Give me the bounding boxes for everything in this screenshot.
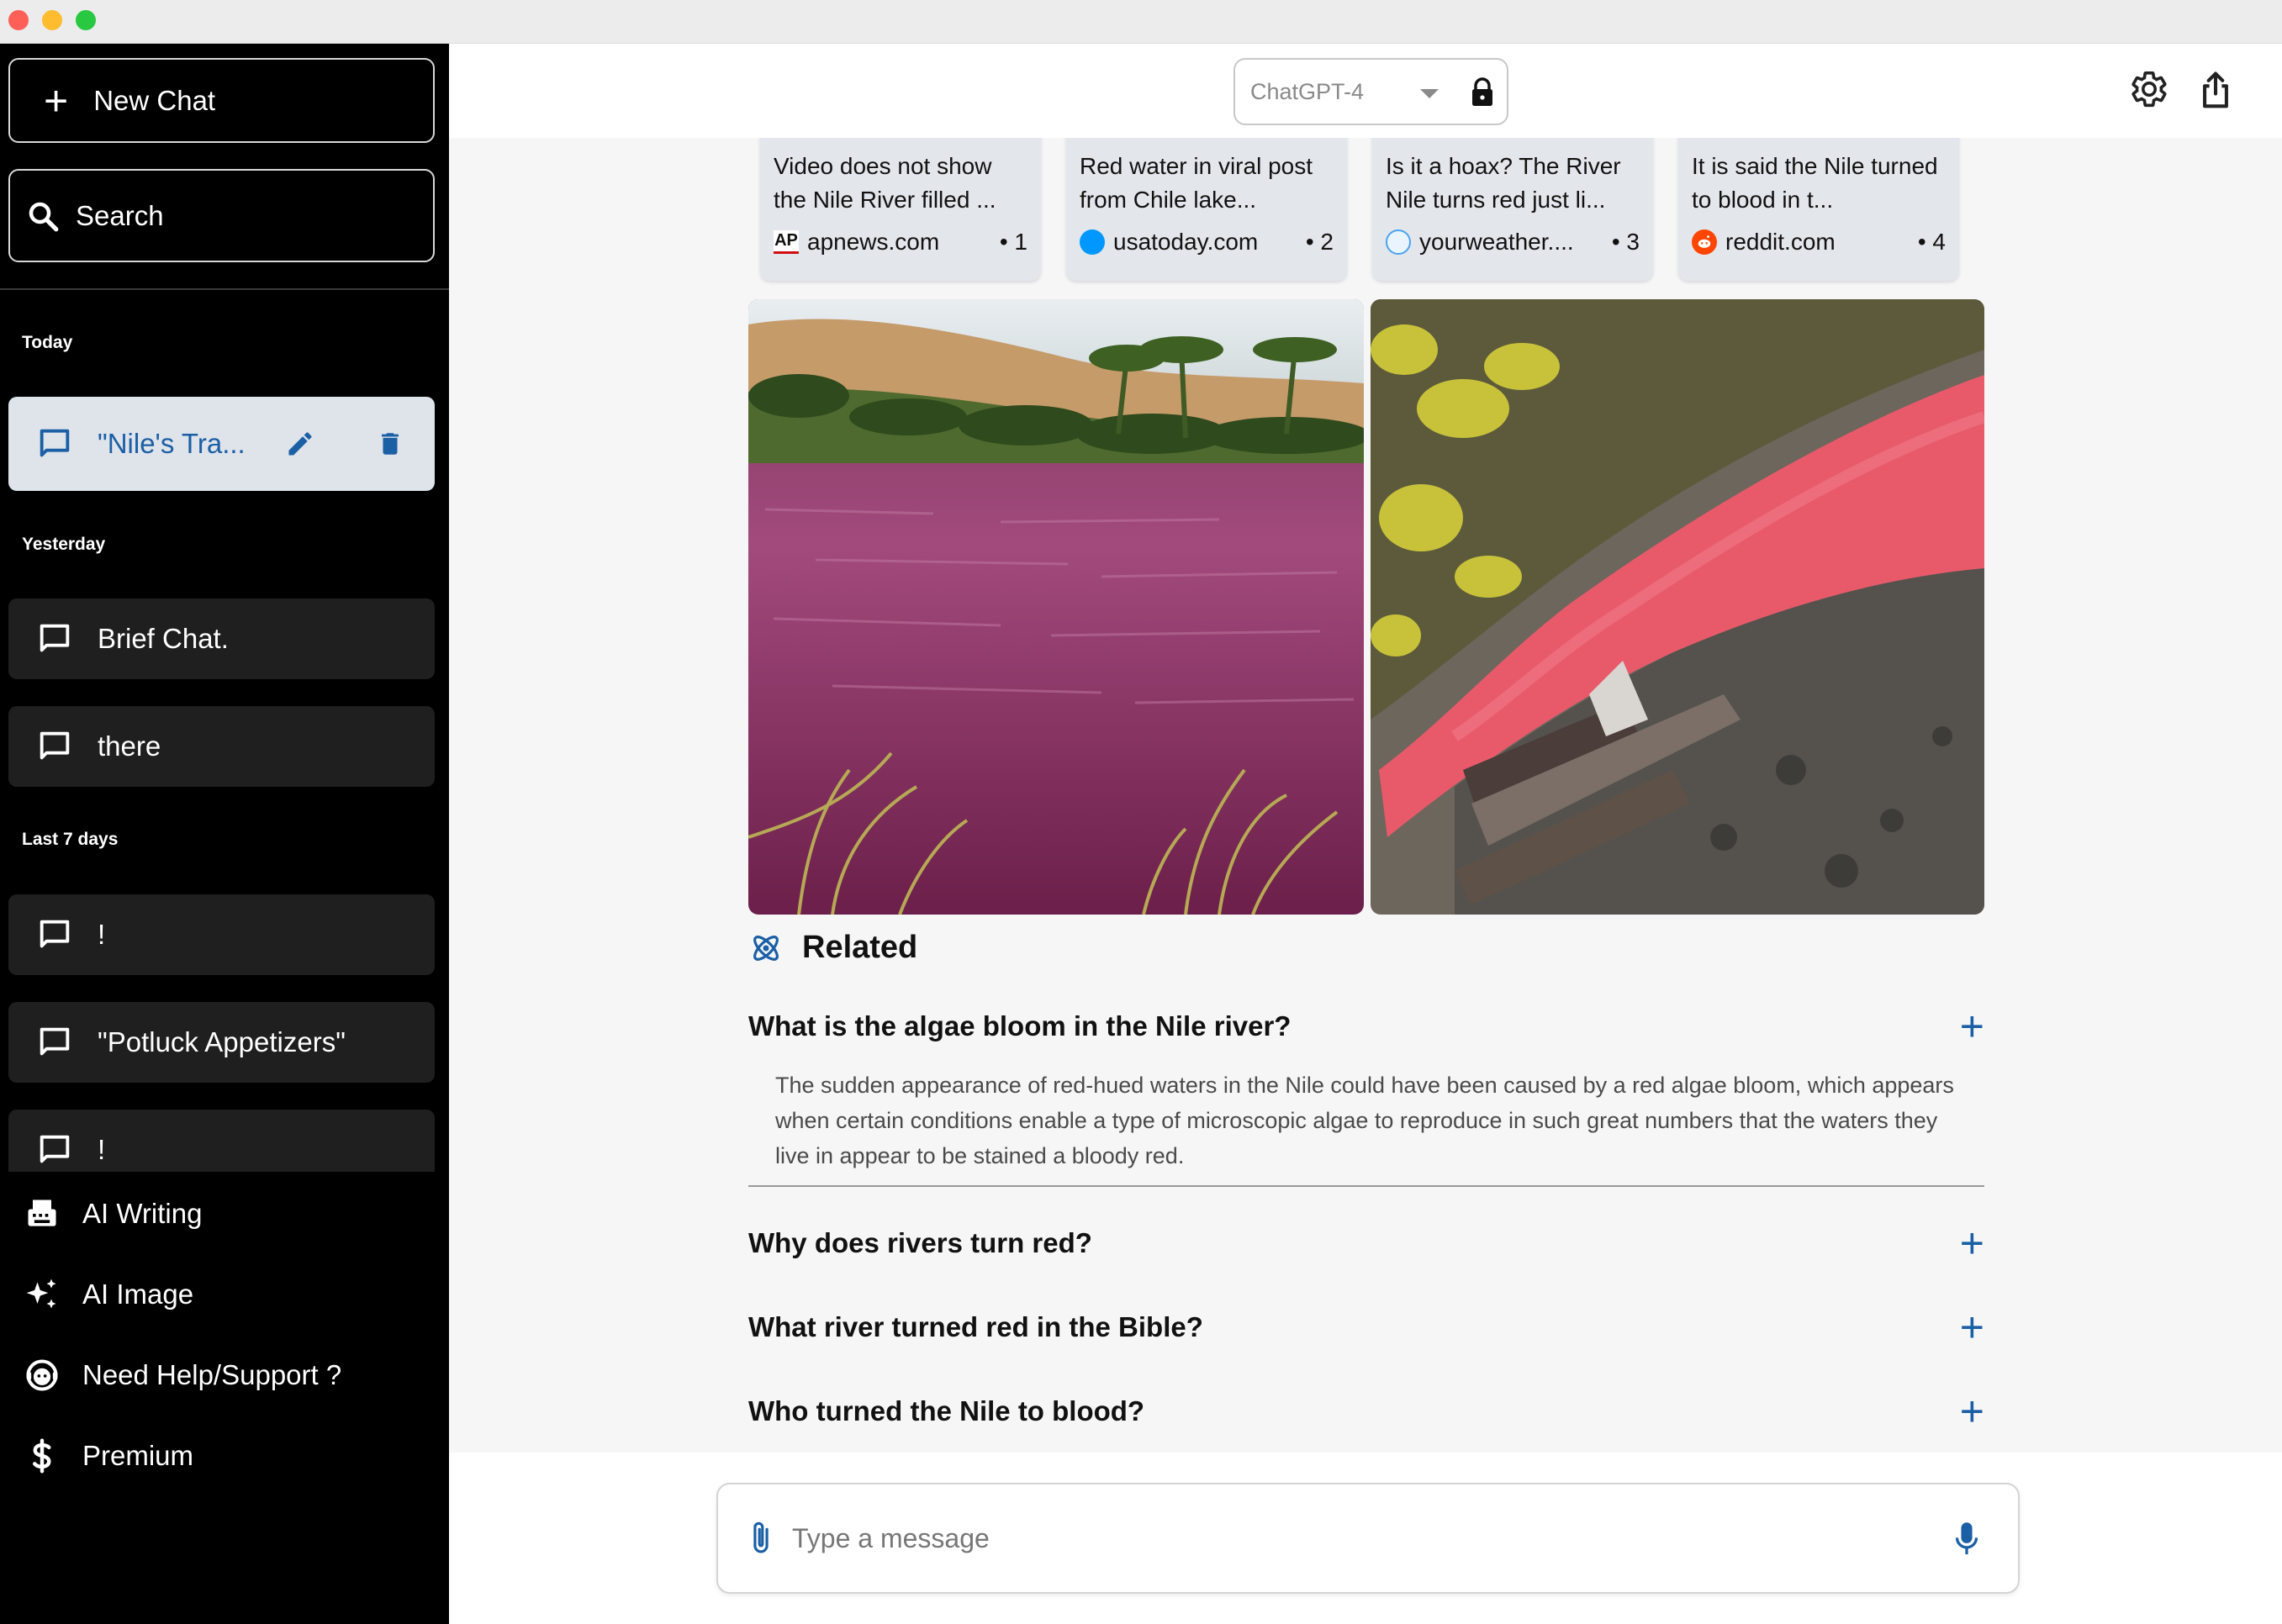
chat-item-exclamation[interactable]: ! [8, 894, 435, 975]
edit-icon[interactable] [285, 429, 315, 459]
dollar-icon [24, 1437, 61, 1474]
source-domain: usatoday.com [1113, 229, 1259, 255]
chat-bubble-icon [40, 429, 70, 457]
chat-item-exclamation-2[interactable]: ! [8, 1110, 435, 1172]
model-select[interactable]: ChatGPT-4 [1233, 58, 1508, 125]
close-window-button[interactable] [8, 10, 29, 30]
paperclip-icon[interactable] [748, 1519, 774, 1558]
expand-plus-icon[interactable]: + [1960, 1390, 1984, 1432]
source-card[interactable]: Is it a hoax? The River Nile turns red j… [1372, 138, 1653, 281]
message-composer [716, 1483, 2020, 1594]
source-title: Red water in viral post from Chile lake.… [1080, 153, 1313, 213]
source-domain: yourweather.... [1419, 229, 1574, 255]
related-divider [748, 1185, 1984, 1187]
chat-bubble-icon [40, 731, 70, 760]
premium-link[interactable]: Premium [24, 1437, 193, 1474]
message-input[interactable] [792, 1522, 1902, 1554]
ai-writing-link[interactable]: AI Writing [24, 1195, 202, 1232]
expand-plus-icon[interactable]: + [1960, 1005, 1984, 1047]
usatoday-logo-icon [1080, 229, 1105, 255]
chat-bubble-icon [40, 1027, 70, 1056]
trash-icon[interactable] [376, 430, 404, 458]
premium-label: Premium [82, 1440, 194, 1471]
ap-logo-icon: AP [774, 230, 799, 254]
ai-image-link[interactable]: AI Image [24, 1276, 193, 1313]
source-domain: apnews.com [807, 229, 940, 255]
share-icon[interactable] [2196, 69, 2235, 109]
related-answer: The sudden appearance of red-hued waters… [775, 1073, 1954, 1168]
help-support-link[interactable]: Need Help/Support ? [24, 1357, 341, 1394]
related-question[interactable]: What is the algae bloom in the Nile rive… [748, 1005, 1984, 1047]
expand-plus-icon[interactable]: + [1960, 1306, 1984, 1348]
gear-icon[interactable] [2129, 69, 2169, 109]
model-select-value: ChatGPT-4 [1250, 78, 1365, 104]
chat-item-brief-chat[interactable]: Brief Chat. [8, 598, 435, 679]
ai-writing-label: AI Writing [82, 1198, 203, 1229]
support-agent-icon [24, 1357, 61, 1394]
expand-plus-icon[interactable]: + [1960, 1222, 1984, 1264]
source-title: Video does not show the Nile River fille… [774, 153, 996, 213]
red-river-photo[interactable] [1371, 299, 1984, 915]
related-question[interactable]: What river turned red in the Bible? + [748, 1306, 1984, 1348]
chat-item-potluck-appetizers[interactable]: "Potluck Appetizers" [8, 1002, 435, 1083]
source-domain: reddit.com [1725, 229, 1836, 255]
source-card[interactable]: Red water in viral post from Chile lake.… [1066, 138, 1347, 281]
weather-logo-icon [1386, 229, 1411, 255]
related-question-text: What is the algae bloom in the Nile rive… [748, 1010, 1292, 1041]
zoom-window-button[interactable] [76, 10, 96, 30]
chat-history-list[interactable]: Today "Nile's Tra... Yesterday Brief Cha… [0, 44, 449, 1172]
source-title: Is it a hoax? The River Nile turns red j… [1386, 153, 1621, 213]
ai-image-label: AI Image [82, 1279, 194, 1310]
chat-item-there[interactable]: there [8, 706, 435, 787]
chat-item-title: "Potluck Appetizers" [98, 1026, 346, 1057]
source-number: • 2 [1305, 229, 1334, 255]
source-number: • 3 [1611, 229, 1640, 255]
reddit-logo-icon [1692, 229, 1717, 255]
source-title: It is said the Nile turned to blood in t… [1692, 153, 1938, 213]
source-card[interactable]: It is said the Nile turned to blood in t… [1678, 138, 1959, 281]
sparkles-icon [24, 1276, 61, 1313]
related-question[interactable]: Why does rivers turn red? + [748, 1222, 1984, 1264]
chat-item-title: ! [98, 919, 106, 950]
related-question-text: Why does rivers turn red? [748, 1227, 1092, 1258]
composer-area [449, 1453, 2282, 1624]
related-question-text: What river turned red in the Bible? [748, 1311, 1203, 1342]
chat-bubble-icon [40, 1135, 70, 1163]
related-question-text: Who turned the Nile to blood? [748, 1395, 1145, 1426]
minimize-window-button[interactable] [42, 10, 62, 30]
chat-content[interactable]: Video does not show the Nile River fille… [449, 138, 2282, 1453]
chat-item-title: ! [98, 1134, 106, 1165]
lock-icon [1472, 77, 1492, 106]
source-card[interactable]: Video does not show the Nile River fille… [760, 138, 1041, 281]
typewriter-icon [24, 1195, 61, 1232]
microphone-icon[interactable] [1952, 1520, 1981, 1558]
sidebar: + New Chat Search Today "Nile's Tra... Y… [0, 44, 449, 1624]
chat-item-title: there [98, 730, 161, 762]
chat-item-title: Brief Chat. [98, 623, 229, 654]
source-number: • 1 [999, 229, 1027, 255]
chat-bubble-icon [40, 920, 70, 948]
chat-bubble-icon [40, 624, 70, 652]
help-support-label: Need Help/Support ? [82, 1359, 342, 1390]
section-label-last-7-days: Last 7 days [22, 830, 119, 849]
related-question[interactable]: Who turned the Nile to blood? + [748, 1390, 1984, 1432]
section-label-today: Today [22, 333, 73, 352]
atom-icon [753, 935, 779, 961]
related-title: Related [802, 930, 918, 965]
chevron-down-icon [1420, 89, 1439, 98]
section-label-yesterday: Yesterday [22, 535, 106, 554]
related-heading: Related [748, 930, 917, 966]
red-nile-photo[interactable] [748, 299, 1364, 915]
chat-item-title: "Nile's Tra... [98, 428, 246, 459]
top-header: ChatGPT-4 [449, 44, 2282, 138]
source-number: • 4 [1917, 229, 1946, 255]
chat-item-niles-tra[interactable]: "Nile's Tra... [8, 397, 435, 491]
window-titlebar [0, 0, 2282, 44]
